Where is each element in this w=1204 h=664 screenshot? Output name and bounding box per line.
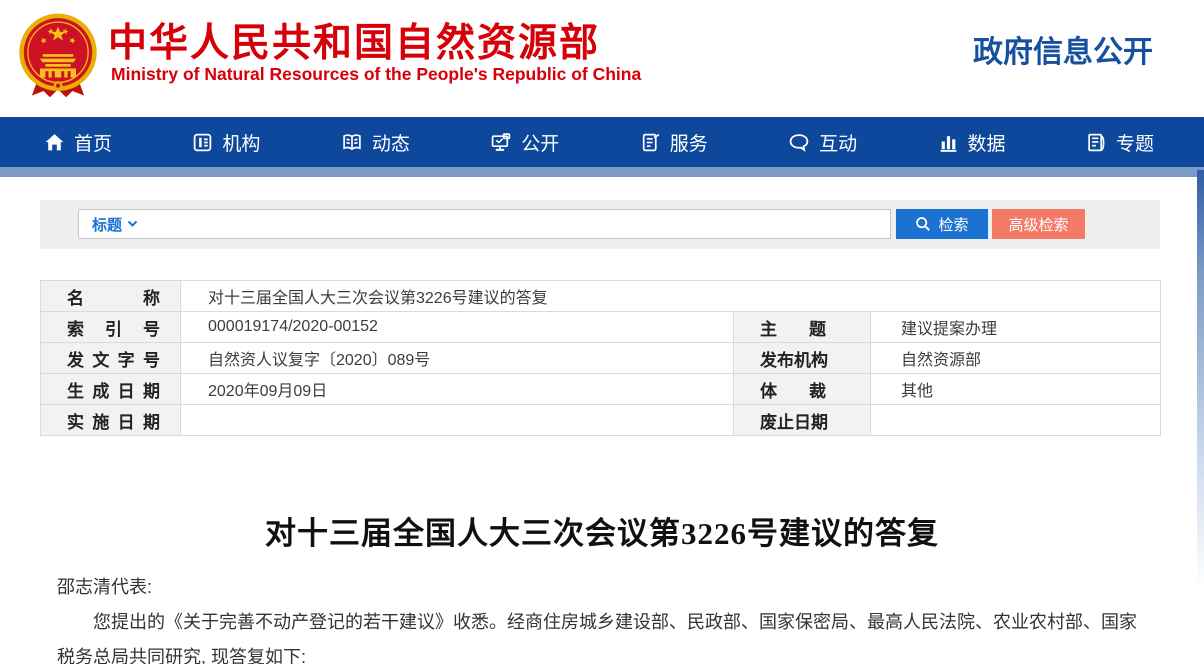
home-icon [44, 132, 65, 153]
nav-item-label: 数据 [968, 129, 1006, 156]
nav-item-label: 互动 [819, 129, 857, 156]
nav-item-label: 首页 [74, 129, 112, 156]
field-value: 自然资源部 [871, 343, 1161, 374]
table-row: 实施日期 废止日期 [41, 405, 1161, 436]
table-row: 生成日期 2020年09月09日 体 裁 其他 [41, 374, 1161, 405]
main-navbar: 首页 机构 动态 公开 服务 互动 数据 专题 [0, 117, 1204, 167]
nav-item-label: 动态 [372, 129, 410, 156]
field-label: 体 裁 [734, 374, 871, 405]
nav-item-label: 公开 [521, 129, 559, 156]
field-value: 000019174/2020-00152 [181, 312, 734, 343]
service-icon [640, 132, 661, 153]
advanced-search-button[interactable]: 高级检索 [992, 209, 1085, 239]
table-row: 名 称 对十三届全国人大三次会议第3226号建议的答复 [41, 281, 1161, 312]
advanced-search-label: 高级检索 [1008, 214, 1068, 235]
interaction-icon [788, 132, 810, 153]
search-input[interactable] [138, 210, 890, 238]
nav-item-data[interactable]: 数据 [938, 129, 1006, 156]
search-field-selector[interactable]: 标题 [79, 214, 138, 235]
nav-item-news[interactable]: 动态 [341, 129, 410, 156]
search-button-label: 检索 [938, 214, 968, 235]
field-value: 自然资人议复字〔2020〕089号 [181, 343, 734, 374]
nav-item-topics[interactable]: 专题 [1086, 129, 1154, 156]
document-info-table: 名 称 对十三届全国人大三次会议第3226号建议的答复 索 引 号 000019… [40, 280, 1161, 436]
nav-item-home[interactable]: 首页 [44, 129, 112, 156]
search-button[interactable]: 检索 [896, 209, 988, 239]
field-value [871, 405, 1161, 436]
document-body: 邵志清代表: 您提出的《关于完善不动产登记的若干建议》收悉。经商住房城乡建设部、… [57, 570, 1149, 664]
page: 中华人民共和国自然资源部 Ministry of Natural Resourc… [0, 0, 1204, 664]
nav-item-disclosure[interactable]: 公开 [490, 129, 559, 156]
site-title: 中华人民共和国自然资源部 [108, 12, 600, 68]
search-box: 标题 [78, 209, 891, 239]
nav-item-label: 机构 [222, 129, 260, 156]
news-icon [341, 132, 363, 153]
table-row: 发文字号 自然资人议复字〔2020〕089号 发布机构 自然资源部 [41, 343, 1161, 374]
document-title: 对十三届全国人大三次会议第3226号建议的答复 [0, 508, 1204, 553]
field-label: 发布机构 [734, 343, 871, 374]
table-row: 索 引 号 000019174/2020-00152 主 题 建议提案办理 [41, 312, 1161, 343]
field-label: 发文字号 [41, 343, 181, 374]
search-panel: 标题 检索 高级检索 [40, 200, 1160, 249]
field-value: 其他 [871, 374, 1161, 405]
topics-icon [1086, 132, 1107, 153]
field-value: 建议提案办理 [871, 312, 1161, 343]
field-label: 名 称 [41, 281, 181, 312]
nav-item-organization[interactable]: 机构 [192, 129, 260, 156]
nav-item-service[interactable]: 服务 [640, 129, 708, 156]
disclosure-icon [490, 132, 512, 153]
salutation: 邵志清代表: [57, 570, 1149, 605]
nav-item-interaction[interactable]: 互动 [788, 129, 857, 156]
gov-info-disclosure-title: 政府信息公开 [973, 27, 1153, 71]
field-value: 2020年09月09日 [181, 374, 734, 405]
field-label: 索 引 号 [41, 312, 181, 343]
nav-item-label: 服务 [670, 129, 708, 156]
nav-bottom-strip [0, 167, 1204, 177]
field-label: 生成日期 [41, 374, 181, 405]
search-field-label: 标题 [92, 214, 122, 235]
site-header: 中华人民共和国自然资源部 Ministry of Natural Resourc… [0, 0, 1204, 117]
search-icon [915, 216, 931, 232]
body-paragraph: 您提出的《关于完善不动产登记的若干建议》收悉。经商住房城乡建设部、民政部、国家保… [57, 605, 1149, 664]
chevron-down-icon [127, 220, 138, 228]
field-value: 对十三届全国人大三次会议第3226号建议的答复 [181, 281, 1161, 312]
site-subtitle: Ministry of Natural Resources of the Peo… [111, 64, 641, 85]
field-label: 主 题 [734, 312, 871, 343]
organization-icon [192, 132, 213, 153]
field-label: 实施日期 [41, 405, 181, 436]
field-value [181, 405, 734, 436]
field-label: 废止日期 [734, 405, 871, 436]
national-emblem-logo[interactable] [13, 7, 103, 103]
data-icon [938, 132, 959, 153]
nav-item-label: 专题 [1116, 129, 1154, 156]
